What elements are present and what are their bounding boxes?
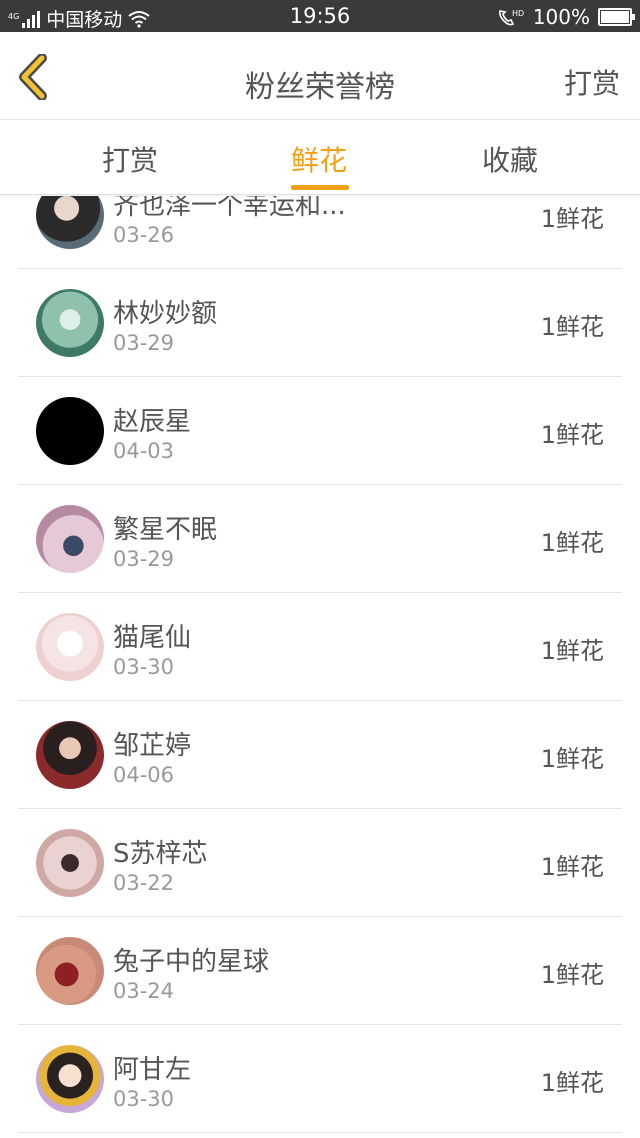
page-title: 粉丝荣誉榜 xyxy=(245,70,395,105)
battery-percent: 100% xyxy=(532,5,590,29)
tab-favorites[interactable]: 收藏 xyxy=(450,139,570,179)
fan-name: 邹芷婷 xyxy=(113,731,192,761)
fan-date: 03-24 xyxy=(113,979,175,1003)
fan-name: 猫尾仙 xyxy=(113,623,192,653)
fan-date: 03-30 xyxy=(113,655,175,679)
tab-reward[interactable]: 打赏 xyxy=(70,139,190,179)
fan-amount: 1鲜花 xyxy=(540,205,604,233)
reward-button[interactable]: 打赏 xyxy=(564,62,620,102)
avatar xyxy=(36,721,104,789)
fan-date: 03-30 xyxy=(113,1087,175,1111)
fan-amount: 1鲜花 xyxy=(540,637,604,665)
list-item[interactable]: 赵辰星 04-03 1鲜花 xyxy=(18,377,622,485)
svg-text:HD: HD xyxy=(512,9,524,18)
battery-icon xyxy=(598,8,635,26)
avatar xyxy=(36,289,104,357)
fan-date: 03-22 xyxy=(113,871,175,895)
tab-bar: 打赏 鲜花 收藏 xyxy=(0,121,640,195)
list-item[interactable]: 兔子中的星球 03-24 1鲜花 xyxy=(18,917,622,1025)
avatar xyxy=(36,937,104,1005)
list-item[interactable]: 林妙妙额 03-29 1鲜花 xyxy=(18,269,622,377)
list-item[interactable]: 繁星不眠 03-29 1鲜花 xyxy=(18,485,622,593)
hd-call-icon: HD xyxy=(498,9,524,26)
tab-label: 鲜花 xyxy=(290,144,347,177)
list-item[interactable]: 猫尾仙 03-30 1鲜花 xyxy=(18,593,622,701)
fan-date: 03-26 xyxy=(113,223,175,247)
list-item[interactable]: S苏梓芯 03-22 1鲜花 xyxy=(18,809,622,917)
tab-label: 打赏 xyxy=(101,144,158,177)
fan-name: 赵辰星 xyxy=(113,407,192,437)
tab-label: 收藏 xyxy=(481,144,538,177)
fan-amount: 1鲜花 xyxy=(540,313,604,341)
list-item[interactable]: 阿甘左 03-30 1鲜花 xyxy=(18,1025,622,1133)
fan-name: 林妙妙额 xyxy=(113,299,218,329)
status-right: HD 100% xyxy=(497,5,635,29)
avatar xyxy=(36,505,104,573)
list-item[interactable]: 齐也泽一个幸运和... 03-26 1鲜花 xyxy=(18,196,622,269)
tab-indicator xyxy=(291,185,349,190)
fan-date: 03-29 xyxy=(113,547,175,571)
fan-name: 齐也泽一个幸运和... xyxy=(113,196,346,221)
fan-amount: 1鲜花 xyxy=(540,1069,604,1097)
nav-header: 粉丝荣誉榜 打赏 xyxy=(0,32,640,120)
fan-amount: 1鲜花 xyxy=(540,745,604,773)
fan-name: 兔子中的星球 xyxy=(113,947,270,977)
fan-date: 03-29 xyxy=(113,331,175,355)
avatar xyxy=(36,829,104,897)
fan-name: S苏梓芯 xyxy=(113,839,208,869)
tab-flowers[interactable]: 鲜花 xyxy=(259,139,379,190)
fan-amount: 1鲜花 xyxy=(540,853,604,881)
fan-date: 04-03 xyxy=(113,439,175,463)
fan-list[interactable]: 齐也泽一个幸运和... 03-26 1鲜花 林妙妙额 03-29 1鲜花 赵辰星… xyxy=(0,196,640,1138)
avatar xyxy=(36,613,104,681)
avatar xyxy=(36,1045,104,1113)
fan-name: 阿甘左 xyxy=(113,1055,192,1085)
status-bar: 4G 中国移动 19:56 HD 100% xyxy=(0,0,640,32)
fan-name: 繁星不眠 xyxy=(113,515,218,545)
fan-amount: 1鲜花 xyxy=(540,529,604,557)
list-item[interactable]: 邹芷婷 04-06 1鲜花 xyxy=(18,701,622,809)
avatar xyxy=(36,196,104,249)
avatar xyxy=(36,397,104,465)
fan-date: 04-06 xyxy=(113,763,175,787)
fan-amount: 1鲜花 xyxy=(540,421,604,449)
fan-amount: 1鲜花 xyxy=(540,961,604,989)
